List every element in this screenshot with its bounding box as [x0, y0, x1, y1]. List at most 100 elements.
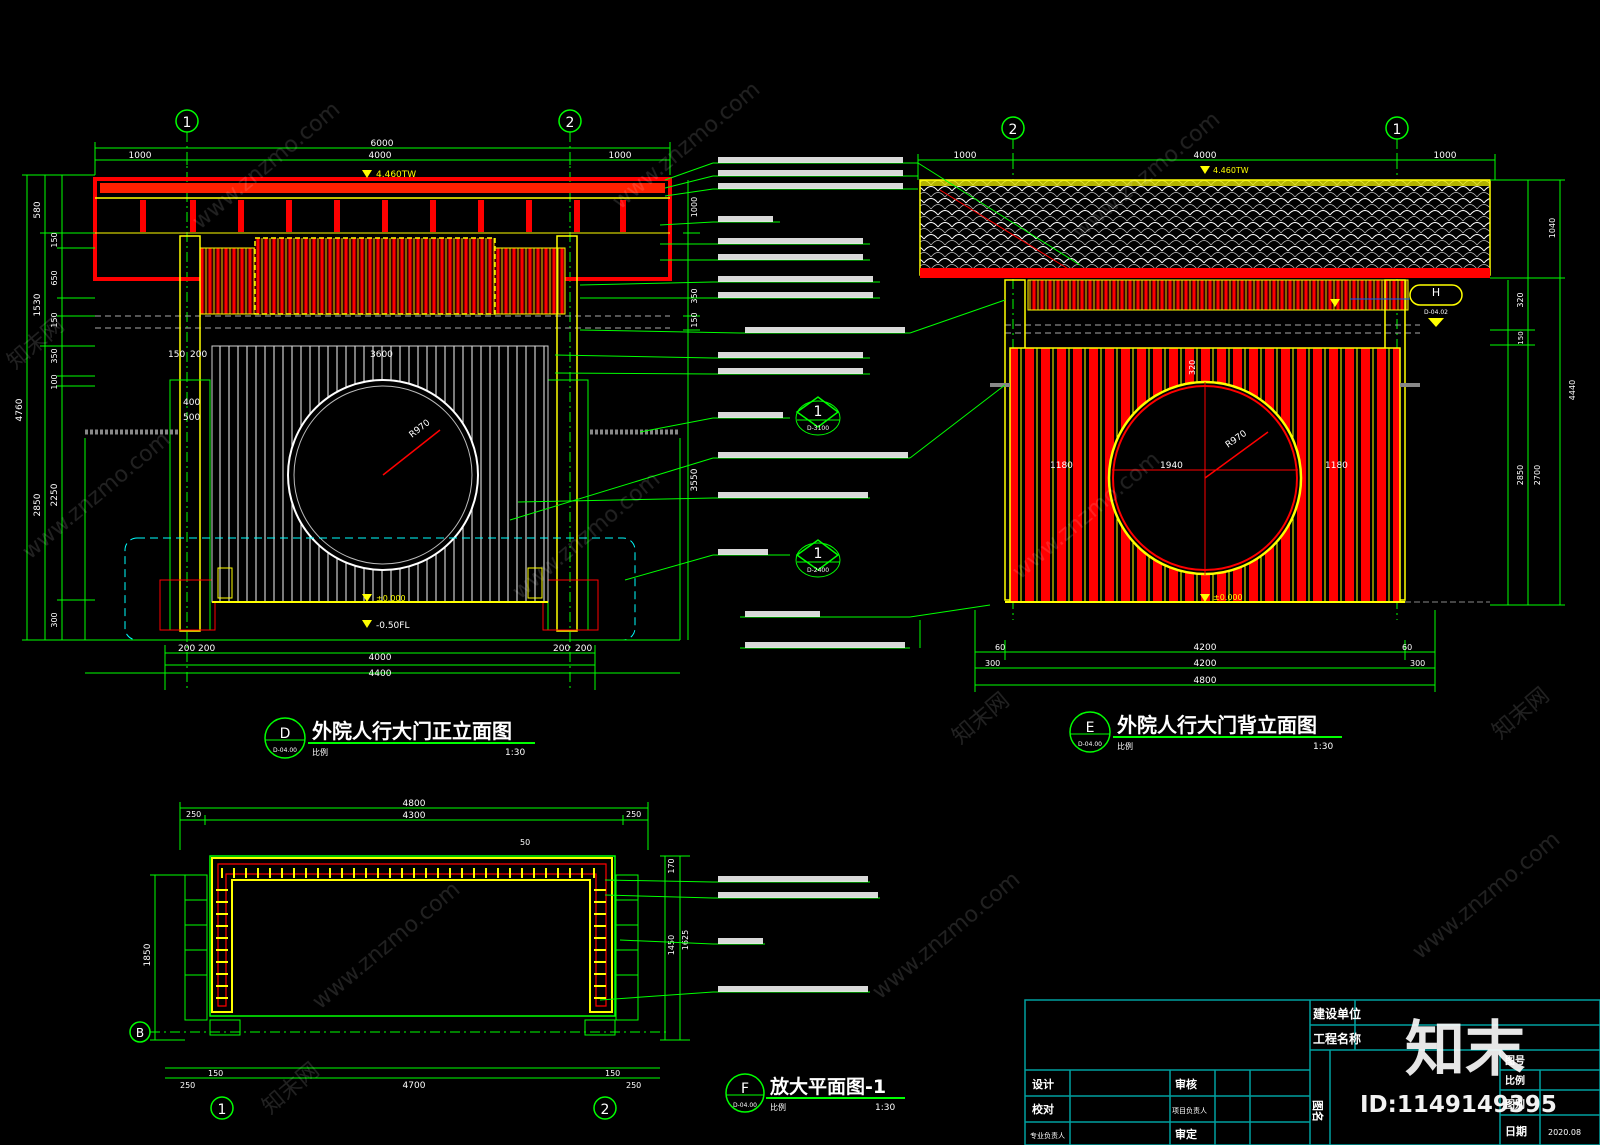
watermark-text: www.znzmo.com — [1408, 827, 1565, 965]
dim-text: 4800 — [1194, 676, 1217, 686]
dim-text: 170 — [667, 858, 676, 873]
dim-text: 4000 — [369, 151, 392, 161]
front-elevation: 1 2 6000 1000 4000 1000 4.460TW R970 ±0.… — [15, 109, 700, 759]
back-elevation: 2 1 1000 4000 1000 4.460TW R970 1940 118… — [909, 116, 1577, 753]
dim-text: 4800 — [403, 799, 426, 809]
marker-sheet: D-04.00 — [1078, 741, 1102, 748]
dim-text: 1000 — [609, 151, 632, 161]
marker-sheet: D-04.00 — [273, 747, 297, 754]
section-callout-1: 1 D-3100 — [795, 396, 841, 436]
dim-text: 2250 — [50, 483, 60, 506]
roof-eave — [920, 268, 1490, 278]
callout-number: 1 — [814, 404, 823, 420]
dim-text: 60 — [1402, 643, 1412, 652]
date-value: 2020.08 — [1548, 1128, 1581, 1137]
grid-label: 2 — [1009, 122, 1018, 138]
dim-text: 4000 — [369, 653, 392, 663]
dim-text: 300 — [50, 612, 59, 627]
dim-text: 50 — [520, 838, 530, 847]
dim-text: 4760 — [15, 398, 25, 421]
dim-text: 200 — [190, 350, 207, 360]
watermark-text: www.znzmo.com — [308, 877, 465, 1015]
dim-text: 1450 — [667, 935, 676, 955]
marker-sheet: D-04.00 — [733, 1102, 757, 1109]
dim-text: 1625 — [681, 930, 690, 950]
level-text: ±0.000 — [1213, 593, 1243, 602]
dim-text: 1180 — [1325, 461, 1348, 471]
beam-slats — [1027, 279, 1409, 311]
dim-text: 200 — [178, 644, 195, 654]
roof-fascia — [100, 183, 665, 193]
marker-letter: F — [741, 1081, 749, 1097]
level-text: -0.50FL — [376, 621, 409, 631]
dim-text: 1000 — [129, 151, 152, 161]
dim-text: 1530 — [33, 293, 43, 316]
dim-text: 580 — [33, 201, 43, 218]
dim-text: 250 — [626, 810, 641, 819]
label-leader: 项目负责人 — [1172, 1106, 1207, 1115]
dim-text: 200 — [198, 644, 215, 654]
dim-text: 250 — [180, 1081, 195, 1090]
watermark-brand: 知末网 — [1488, 683, 1555, 745]
level-marker — [362, 170, 372, 178]
dim-text: 300 — [1410, 659, 1425, 668]
drawing-title: 外院人行大门背立面图 — [1117, 713, 1317, 737]
dim-text: 3550 — [690, 468, 700, 491]
dim-text: 250 — [626, 1081, 641, 1090]
label-head: 专业负责人 — [1030, 1131, 1065, 1140]
drawing-scale: 1:30 — [505, 748, 525, 758]
notes — [718, 157, 908, 648]
marker-letter: D — [280, 726, 291, 742]
grid-label: B — [136, 1026, 144, 1040]
dim-text: 200 — [553, 644, 570, 654]
dim-text: 150 — [1517, 331, 1525, 344]
dim-text: 1000 — [690, 197, 699, 217]
dim-text: 350 — [50, 348, 59, 363]
dim-text: 150 — [50, 232, 59, 247]
dim-text: 250 — [186, 810, 201, 819]
label-unit: 建设单位 — [1312, 1006, 1361, 1021]
grid-label: 1 — [1393, 122, 1402, 138]
dim-text: 4300 — [403, 811, 426, 821]
dim-text: 1040 — [1548, 218, 1557, 238]
dim-text: 4000 — [1194, 151, 1217, 161]
dim-text: 4200 — [1194, 643, 1217, 653]
dim-text: 6000 — [371, 139, 394, 149]
tiled-roof — [919, 179, 1491, 276]
callout-sheet: D-3100 — [807, 425, 829, 432]
right-dimensions — [683, 180, 700, 640]
watermark-text: www.znzmo.com — [868, 867, 1025, 1005]
watermark-text: www.znzmo.com — [608, 77, 765, 215]
dim-text: 100 — [50, 374, 59, 389]
dim-text: 60 — [995, 643, 1005, 652]
dim-text: 1000 — [954, 151, 977, 161]
dim-text: 3600 — [370, 350, 393, 360]
marker-letter: E — [1086, 720, 1095, 736]
level-text: ±0.000 — [376, 594, 406, 603]
watermark-brand: 知末网 — [258, 1058, 325, 1120]
label-project: 工程名称 — [1313, 1031, 1361, 1046]
dim-text: 400 — [183, 398, 200, 408]
dim-text: 4400 — [369, 669, 392, 679]
drawing-scale: 1:30 — [1313, 742, 1333, 752]
dim-text: 200 — [575, 644, 592, 654]
drawing-title: 外院人行大门正立面图 — [312, 719, 512, 743]
label-approve: 审定 — [1175, 1127, 1197, 1141]
dim-text: 4700 — [403, 1081, 426, 1091]
detail-letter: H — [1432, 286, 1440, 299]
post-right-base — [547, 379, 589, 631]
dim-text: 150 — [690, 312, 699, 327]
drawing-subtitle: 比例 — [770, 1102, 786, 1112]
level-text: 4.460TW — [376, 170, 416, 180]
right-dimensions — [1490, 179, 1565, 606]
dim-text: 2850 — [33, 493, 43, 516]
dim-text: 500 — [183, 413, 200, 423]
label-review: 审核 — [1175, 1077, 1197, 1091]
label-date: 日期 — [1505, 1124, 1527, 1138]
section-callout-2: 1 D-2400 — [795, 539, 841, 578]
dim-text: 150 — [208, 1069, 223, 1078]
watermark-brand: 知末网 — [948, 688, 1015, 750]
dim-text: 320 — [1516, 292, 1525, 307]
dim-text: 1850 — [143, 943, 153, 966]
dim-text: 1000 — [1434, 151, 1457, 161]
